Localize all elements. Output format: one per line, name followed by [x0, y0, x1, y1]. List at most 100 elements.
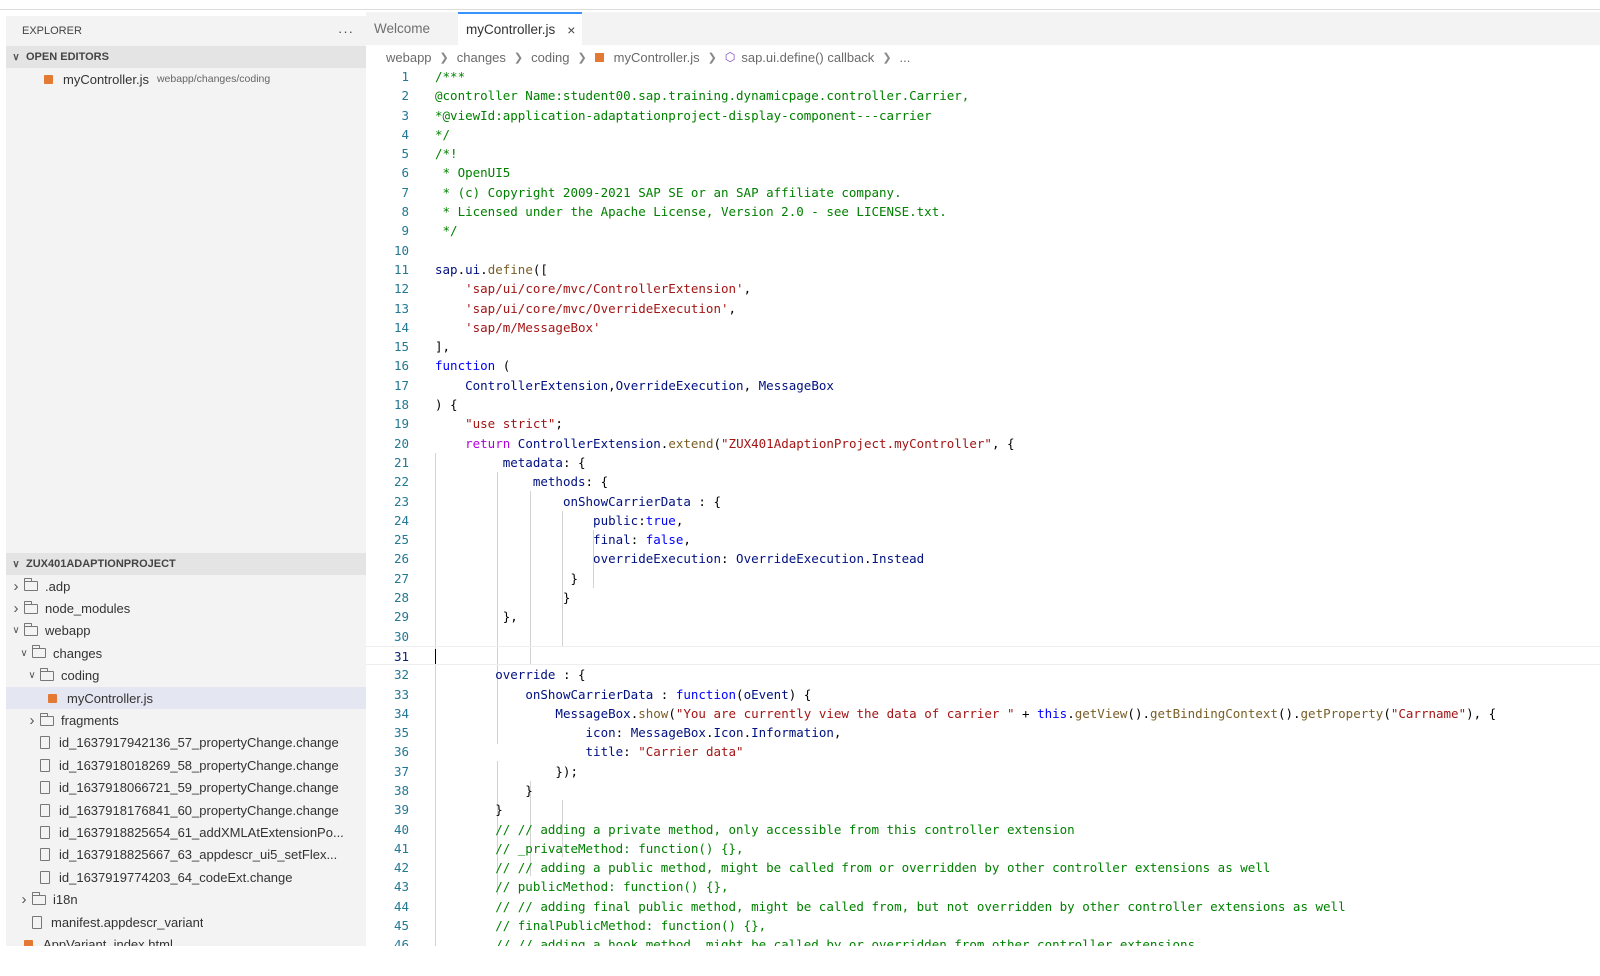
code-token: getView [1074, 705, 1128, 721]
code-text: // publicMethod: function() {}, [435, 877, 728, 896]
code-editor[interactable]: 1 /*** 2 @controller Name:student00.sap.tra… [366, 67, 1600, 946]
tree-item[interactable]: › .adp [6, 575, 366, 597]
code-token: , { [991, 435, 1015, 451]
tree-item[interactable]: › i18n [6, 888, 366, 910]
code-token: "use strict" [465, 416, 556, 432]
tree-item-label: AppVariant_index.html [43, 936, 173, 946]
code-text: function ( [435, 356, 510, 375]
tree-item[interactable]: id_1637918825667_63_appdescr_ui5_setFlex… [6, 844, 366, 866]
code-token: "Carrname" [1390, 705, 1467, 721]
tree-item[interactable]: id_1637917942136_57_propertyChange.chang… [6, 732, 366, 754]
file-icon [32, 915, 42, 929]
tree-item[interactable]: id_1637918066721_59_propertyChange.chang… [6, 777, 366, 799]
tree-item[interactable]: manifest.appdescr_variant [6, 911, 366, 933]
open-editor-path: webapp/changes/coding [156, 73, 271, 85]
code-line: 1 /*** [366, 67, 1600, 86]
code-token: oEvent [743, 686, 789, 702]
code-token: (). [1277, 705, 1301, 721]
code-line: 32 override : { [366, 665, 1600, 684]
code-text: ) { [435, 395, 458, 414]
code-token: , [743, 281, 752, 297]
code-token: getBindingContext [1150, 705, 1278, 721]
code-token: 'sap/m/MessageBox' [465, 319, 601, 335]
code-text: // // adding a private method, only acce… [435, 820, 1074, 839]
breadcrumb-item[interactable]: myController.js [614, 50, 700, 65]
code-token: @controller Name:student00.sap.training.… [435, 88, 970, 104]
chevron-down-icon: ∨ [12, 625, 20, 637]
code-line: 4 */ [366, 125, 1600, 144]
tree-item-label: id_1637917942136_57_propertyChange.chang… [59, 735, 339, 751]
file-icon [40, 758, 50, 772]
code-line: 40 // // adding a private method, only a… [366, 820, 1600, 839]
breadcrumb-item[interactable]: sap.ui.define() callback [741, 50, 874, 65]
breadcrumb-item[interactable]: changes [457, 50, 506, 65]
code-line: 13 'sap/ui/core/mvc/OverrideExecution', [366, 299, 1600, 318]
code-text: 'sap/ui/core/mvc/ControllerExtension', [435, 279, 751, 298]
code-text: /*** [435, 67, 465, 86]
line-number: 27 [393, 570, 409, 586]
symbol-method-icon: ⬡ [724, 50, 736, 64]
code-token: * OpenUI5 [435, 165, 511, 181]
tree-item[interactable]: ∨ coding [6, 665, 366, 687]
line-number: 40 [393, 821, 409, 837]
line-number: 1 [401, 69, 409, 84]
tree-item[interactable]: id_1637918018269_58_propertyChange.chang… [6, 754, 366, 776]
tree-item[interactable]: id_1637918176841_60_propertyChange.chang… [6, 799, 366, 821]
code-token: : { [555, 667, 586, 683]
close-icon[interactable]: × [567, 22, 575, 38]
project-header[interactable]: ∨ ZUX401ADAPTIONPROJECT [6, 553, 366, 575]
code-line: 42 // // adding a public method, might b… [366, 858, 1600, 877]
line-number: 2 [401, 88, 409, 104]
breadcrumb-item[interactable]: ... [900, 50, 911, 65]
tree-item[interactable]: id_1637919774203_64_codeExt.change [6, 866, 366, 888]
tree-item[interactable]: ∨ changes [6, 642, 366, 664]
explorer-header: EXPLORER ··· [6, 16, 366, 46]
breadcrumb-item[interactable]: webapp [386, 50, 432, 65]
code-token: ControllerExtension [517, 435, 661, 451]
code-text: // // adding a hook method, might be cal… [435, 935, 1195, 946]
open-editors-header[interactable]: ∨ OPEN EDITORS [6, 46, 366, 68]
project-section: ∨ ZUX401ADAPTIONPROJECT › .adp › node_modul… [6, 553, 366, 946]
code-line: 21 metadata: { [366, 453, 1600, 472]
chevron-right-icon: ❯ [439, 51, 449, 64]
open-editors-title: OPEN EDITORS [26, 51, 109, 63]
text-cursor [435, 648, 436, 664]
more-actions-icon[interactable]: ··· [338, 24, 354, 39]
tree-item[interactable]: › node_modules [6, 597, 366, 619]
tab-welcome[interactable]: Welcome [366, 12, 458, 45]
tab-mycontroller[interactable]: myController.js × [458, 12, 582, 45]
open-editor-item[interactable]: myController.js webapp/changes/coding [6, 68, 366, 90]
line-number: 5 [401, 146, 409, 162]
file-tree: › .adp › node_modules ∨ webapp ∨ changes ∨ coding… [6, 575, 366, 946]
tree-item[interactable]: myController.js [6, 686, 366, 710]
tree-item[interactable]: › fragments [6, 709, 366, 731]
code-token: // // adding a public method, might be c… [435, 860, 1271, 876]
code-line: 9 */ [366, 221, 1600, 240]
code-token: : [623, 744, 639, 760]
code-token: overrideExecution [593, 551, 721, 567]
code-line: 35 icon: MessageBox.Icon.Information, [366, 723, 1600, 742]
code-token: . [863, 551, 872, 567]
tree-item[interactable]: id_1637918825654_61_addXMLAtExtensionPo.… [6, 821, 366, 843]
tree-item[interactable]: AppVariant_index.html [6, 933, 366, 946]
code-token: : [630, 532, 646, 548]
code-token: MessageBox [758, 377, 834, 393]
code-text: // // adding final public method, might … [435, 897, 1345, 916]
code-token: ], [435, 339, 451, 355]
code-token: . [457, 261, 466, 277]
code-token: */ [435, 126, 451, 142]
code-text: } [435, 588, 571, 607]
breadcrumb-item[interactable]: coding [531, 50, 569, 65]
code-token: sap [435, 261, 458, 277]
code-line: 27 } [366, 569, 1600, 588]
tree-item[interactable]: ∨ webapp [6, 620, 366, 642]
line-number: 32 [393, 667, 409, 683]
line-number: 35 [393, 725, 409, 741]
